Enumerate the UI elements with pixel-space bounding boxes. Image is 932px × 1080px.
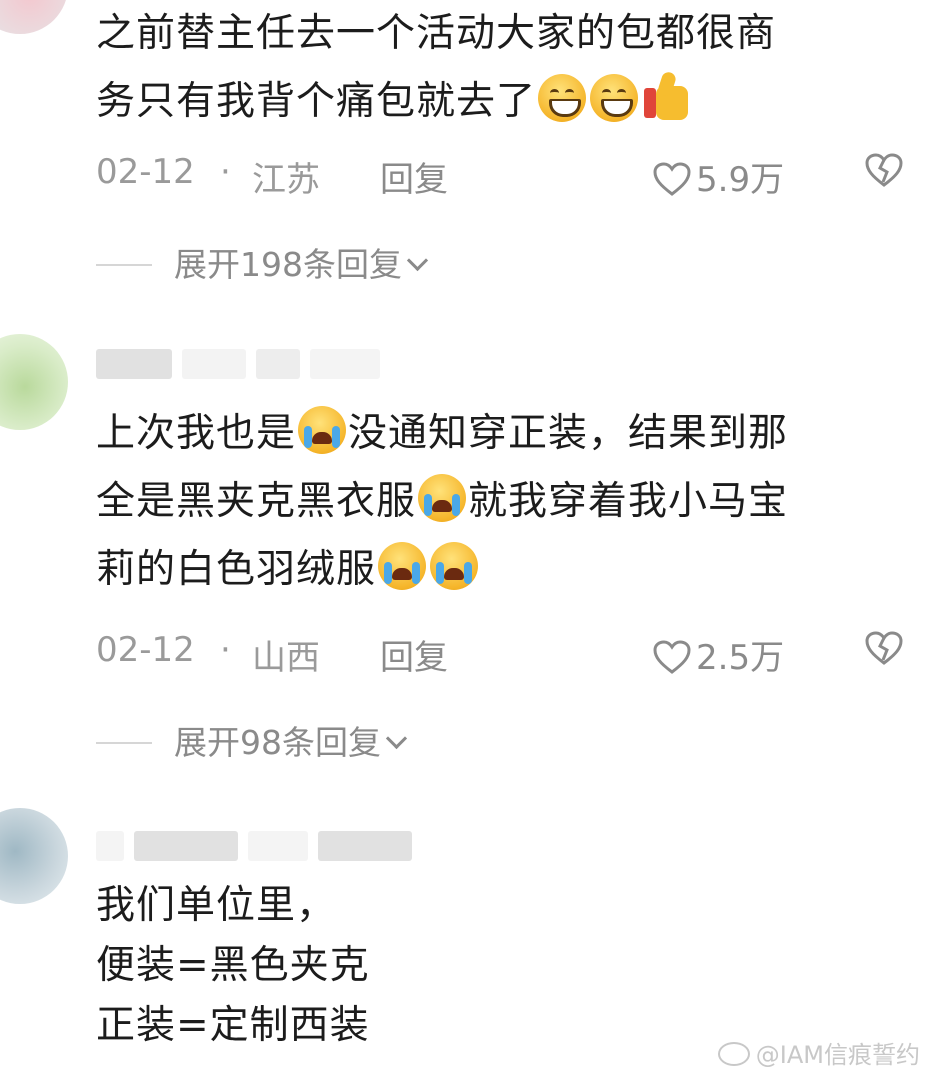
comment-text: 我们单位里， 便装=黑色夹克 正装=定制西装 [96,876,906,1056]
chevron-down-icon [406,249,429,272]
comment-line: 全是黑夹克黑衣服 [96,479,417,524]
comment-line: 上次我也是 [96,411,297,456]
comment-line: 之前替主任去一个活动大家的包都很商 [96,11,777,56]
meta-separator: · [220,152,231,192]
chevron-down-icon [385,727,408,750]
weibo-logo-icon [717,1042,750,1066]
comment-date: 02-12 [96,630,195,670]
loudly-crying-face-emoji [378,542,427,590]
heart-outline-icon [653,640,691,674]
like-button[interactable]: 2.5万 [652,630,784,679]
avatar[interactable] [0,808,68,904]
grinning-face-emoji [538,74,587,122]
broken-heart-icon [865,631,903,665]
meta-separator: · [220,630,231,670]
loudly-crying-face-emoji [430,542,479,590]
like-count: 2.5万 [696,638,785,678]
like-count: 5.9万 [696,160,785,200]
broken-heart-icon [865,153,903,187]
loudly-crying-face-emoji [298,406,347,454]
watermark-text: @IAM信痕誓约 [755,1041,920,1069]
dislike-button[interactable] [864,630,904,675]
avatar[interactable] [0,334,68,430]
grinning-face-emoji [590,74,639,122]
weibo-watermark: @IAM信痕誓约 [717,1035,920,1070]
dislike-button[interactable] [864,152,904,197]
comment-line: 就我穿着我小马宝 [468,479,789,524]
comment-line: 我们单位里， [96,883,337,928]
loudly-crying-face-emoji [418,474,467,522]
divider [96,742,152,744]
comment-text: 上次我也是 没通知穿正装，结果到那 全是黑夹克黑衣服 就我穿着我小马宝 莉的白色羽绒… [96,400,906,604]
expand-replies-label: 展开198条回复 [174,245,402,284]
username-blurred[interactable] [96,344,380,384]
comment-line: 没通知穿正装，结果到那 [348,411,789,456]
expand-replies-button[interactable]: 展开98条回复 [96,716,408,762]
comment-location: 山西 [252,638,320,678]
thumbs-up-emoji [642,70,692,122]
expand-replies-label: 展开98条回复 [174,723,381,762]
comment-meta: 02-12 · 山西 回复 2.5万 [96,630,906,678]
comment-line: 务只有我背个痛包就去了 [96,79,537,124]
comment-line: 莉的白色羽绒服 [96,547,377,592]
reply-button[interactable]: 回复 [380,630,448,679]
comment-line: 便装=黑色夹克 [96,943,370,988]
username-blurred[interactable] [96,826,412,866]
expand-replies-button[interactable]: 展开198条回复 [96,238,429,284]
comment-meta: 02-12 · 江苏 回复 5.9万 [96,152,906,200]
like-button[interactable]: 5.9万 [652,152,784,201]
reply-button[interactable]: 回复 [380,152,448,201]
comment-text: 之前替主任去一个活动大家的包都很商 务只有我背个痛包就去了 [96,0,906,136]
divider [96,264,152,266]
comment-location: 江苏 [252,160,320,200]
heart-outline-icon [653,162,691,196]
comment-date: 02-12 [96,152,195,192]
avatar[interactable] [0,0,68,34]
